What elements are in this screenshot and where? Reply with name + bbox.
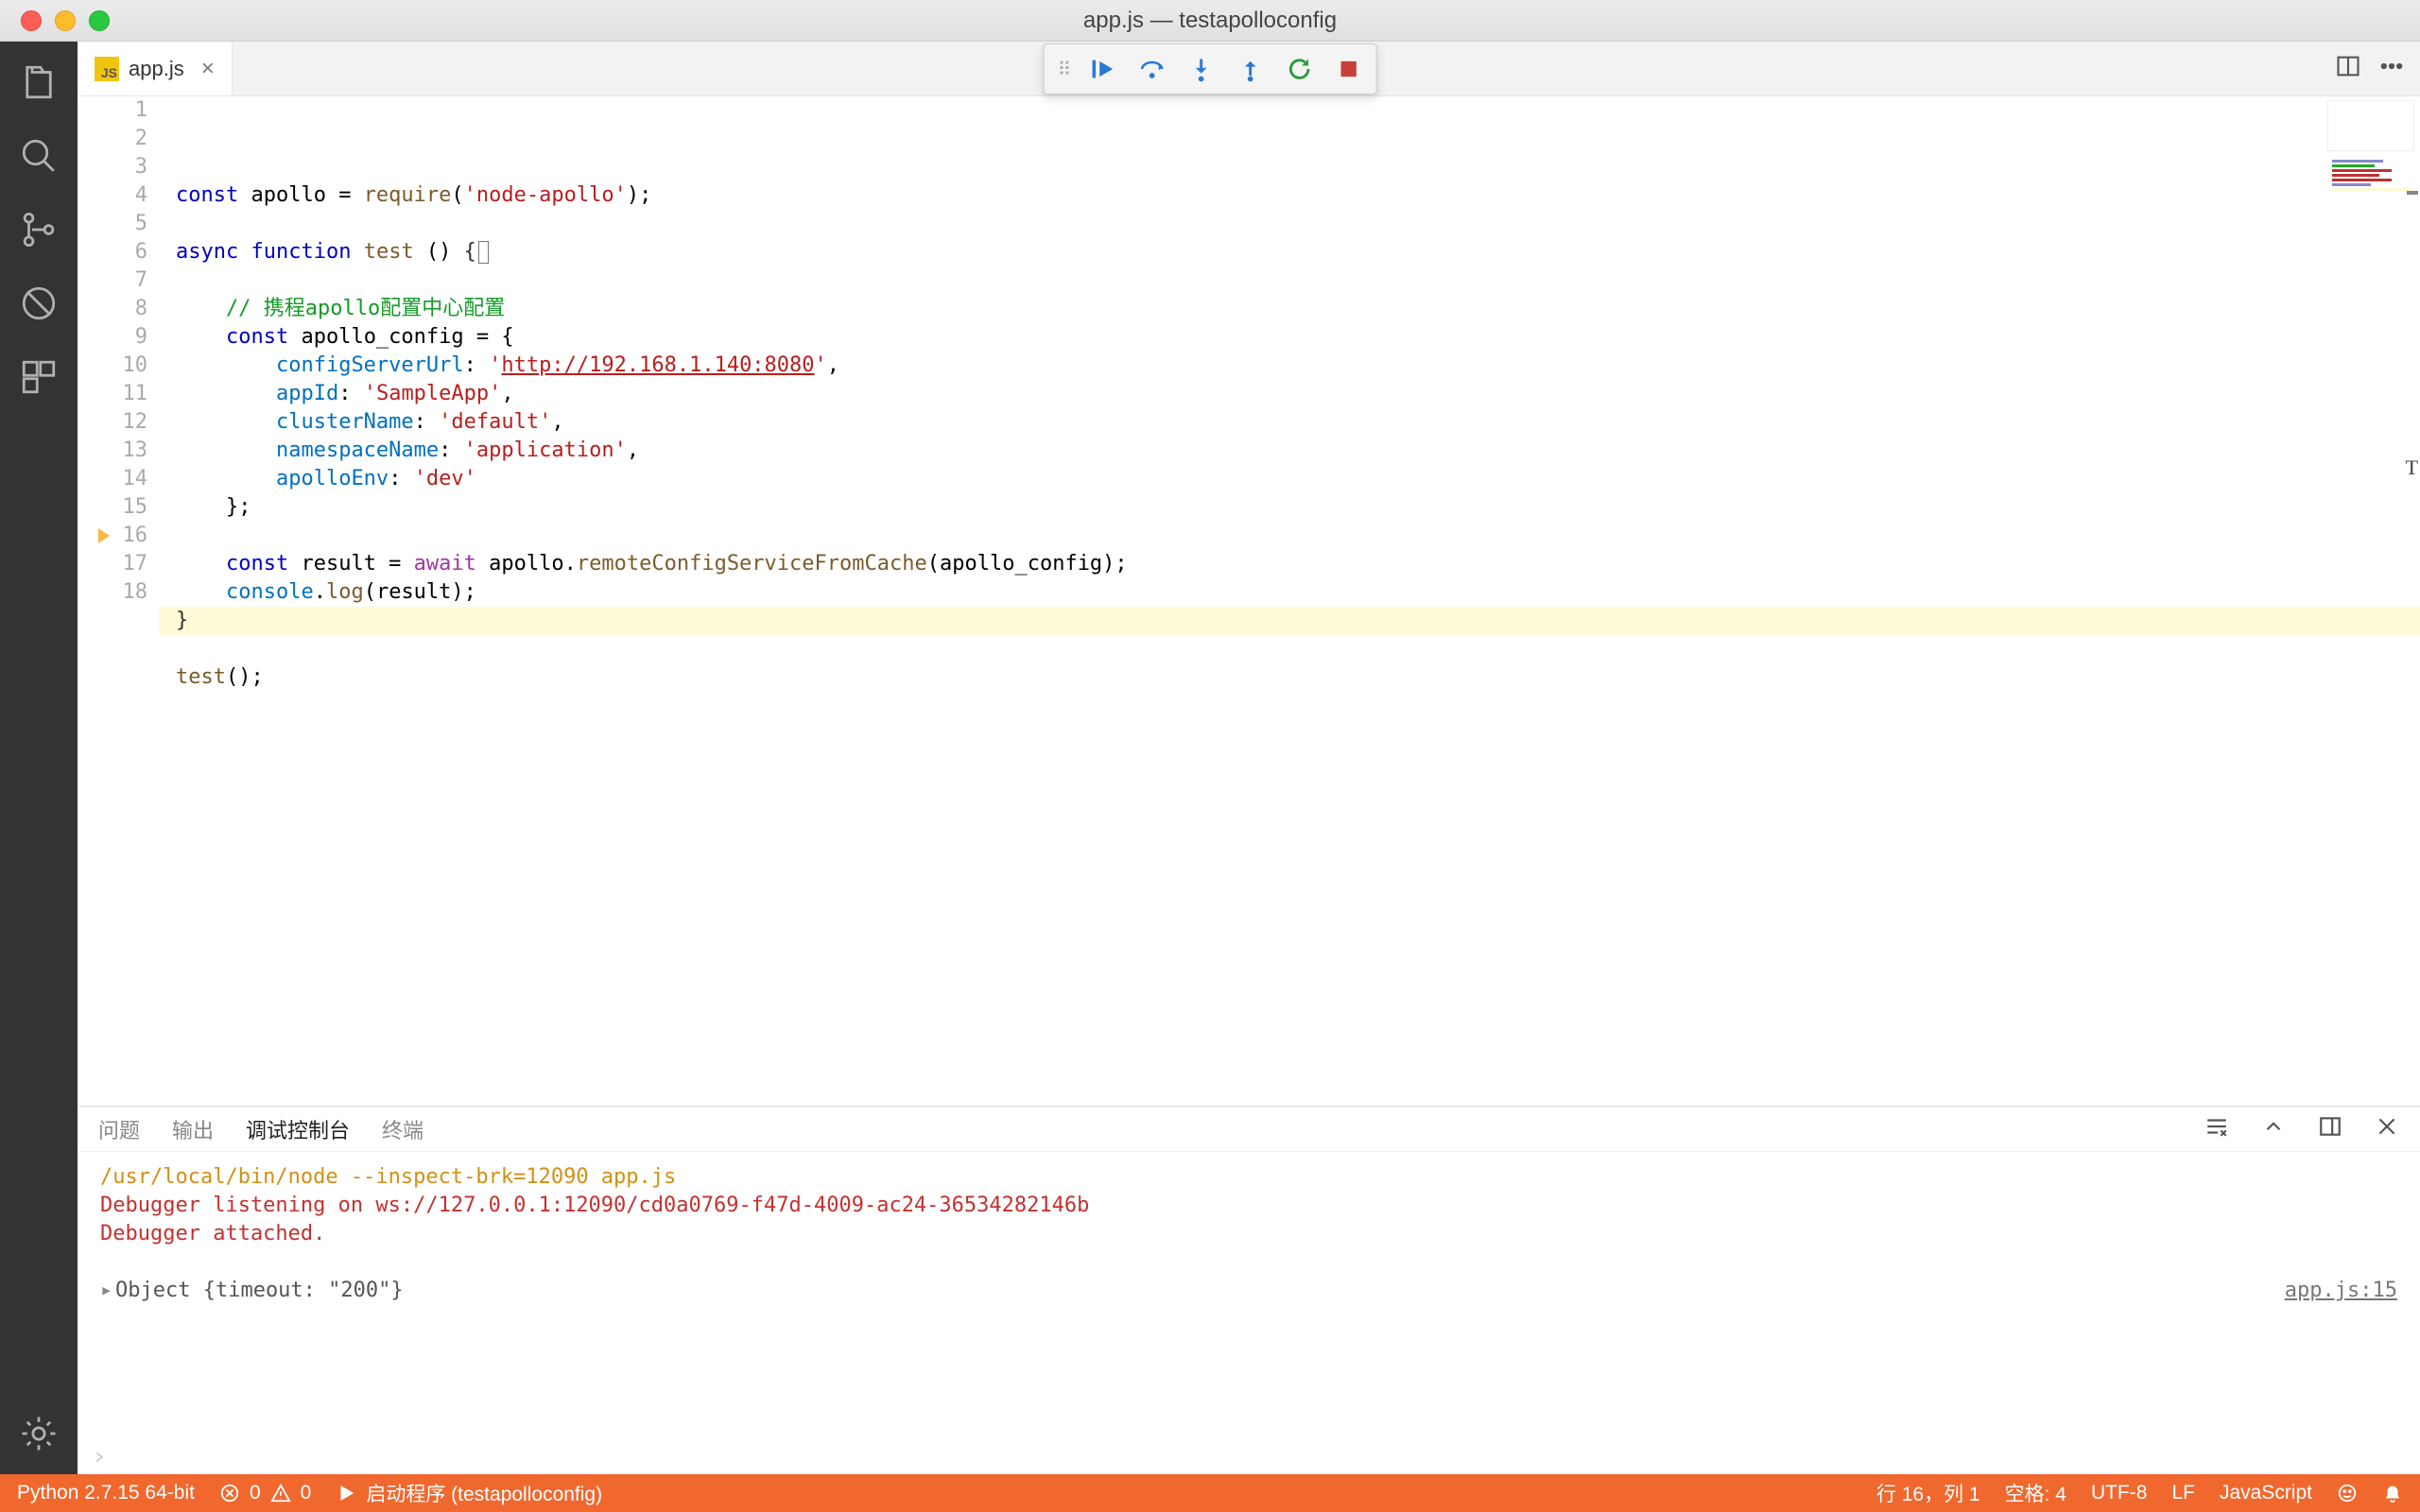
bottom-panel: 问题 输出 调试控制台 终端 /usr/local/bin/node --ins… bbox=[78, 1106, 2420, 1474]
drag-handle-icon[interactable]: ⠿ bbox=[1058, 58, 1068, 81]
code-line[interactable]: const apollo_config = { bbox=[159, 323, 2420, 352]
status-problems[interactable]: 0 0 bbox=[219, 1482, 311, 1504]
tab-filename: app.js bbox=[129, 57, 184, 81]
code-line[interactable] bbox=[159, 210, 2420, 238]
minimap[interactable] bbox=[2327, 100, 2414, 151]
debug-repl-input[interactable] bbox=[78, 1440, 2420, 1474]
code-line[interactable]: // 携程apollo配置中心配置 bbox=[159, 295, 2420, 323]
debug-continue-button[interactable] bbox=[1088, 55, 1116, 83]
panel-tab-debug-console[interactable]: 调试控制台 bbox=[246, 1114, 350, 1144]
code-line[interactable]: configServerUrl: 'http://192.168.1.140:8… bbox=[159, 352, 2420, 380]
status-language[interactable]: JavaScript bbox=[2220, 1482, 2312, 1504]
javascript-file-icon: JS bbox=[95, 57, 119, 81]
status-feedback-icon[interactable] bbox=[2337, 1483, 2358, 1503]
console-object[interactable]: Object {timeout: "200"} bbox=[115, 1279, 404, 1302]
titlebar: app.js — testapolloconfig bbox=[0, 0, 2420, 42]
code-line[interactable]: apolloEnv: 'dev' bbox=[159, 465, 2420, 493]
debug-icon[interactable] bbox=[17, 282, 60, 325]
more-actions-icon[interactable] bbox=[2378, 53, 2405, 85]
status-encoding[interactable]: UTF-8 bbox=[2091, 1482, 2148, 1504]
debug-restart-button[interactable] bbox=[1285, 55, 1313, 83]
code-line[interactable]: test(); bbox=[159, 663, 2420, 692]
window-title: app.js — testapolloconfig bbox=[0, 8, 2420, 34]
code-editor[interactable]: 123456789101112131415161718 const apollo… bbox=[78, 96, 2420, 1106]
debug-stop-button[interactable] bbox=[1334, 55, 1362, 83]
code-line[interactable]: clusterName: 'default', bbox=[159, 408, 2420, 437]
code-line[interactable]: appId: 'SampleApp', bbox=[159, 380, 2420, 408]
status-python-version[interactable]: Python 2.7.15 64-bit bbox=[17, 1482, 195, 1504]
panel-tab-terminal[interactable]: 终端 bbox=[382, 1114, 424, 1144]
panel-tab-output[interactable]: 输出 bbox=[172, 1114, 214, 1144]
panel-maximize-icon[interactable] bbox=[2318, 1114, 2342, 1144]
status-cursor-position[interactable]: 行 16，列 1 bbox=[1876, 1479, 1980, 1507]
tab-close-icon[interactable]: × bbox=[201, 56, 215, 82]
editor-tab-active[interactable]: JS app.js × bbox=[78, 42, 233, 95]
source-control-icon[interactable] bbox=[17, 208, 60, 251]
status-bar: Python 2.7.15 64-bit 0 0 启动程序 (testapoll… bbox=[0, 1474, 2420, 1512]
debug-step-into-button[interactable] bbox=[1186, 55, 1215, 83]
panel-tab-problems[interactable]: 问题 bbox=[98, 1114, 140, 1144]
code-line[interactable] bbox=[159, 522, 2420, 550]
code-line[interactable] bbox=[159, 635, 2420, 663]
console-source-link[interactable]: app.js:15 bbox=[2285, 1277, 2397, 1305]
code-line[interactable]: async function test () { bbox=[159, 238, 2420, 266]
code-line[interactable]: namespaceName: 'application', bbox=[159, 437, 2420, 465]
code-line[interactable]: const result = await apollo.remoteConfig… bbox=[159, 550, 2420, 578]
status-indentation[interactable]: 空格: 4 bbox=[2005, 1479, 2066, 1507]
split-editor-icon[interactable] bbox=[2335, 53, 2361, 85]
debug-toolbar: ⠿ bbox=[1044, 43, 1377, 94]
panel-close-icon[interactable] bbox=[2375, 1114, 2399, 1144]
debug-step-out-button[interactable] bbox=[1236, 55, 1264, 83]
search-icon[interactable] bbox=[17, 134, 60, 178]
code-line[interactable]: }; bbox=[159, 493, 2420, 522]
extensions-icon[interactable] bbox=[17, 355, 60, 399]
code-line[interactable] bbox=[159, 266, 2420, 295]
expand-caret-icon[interactable]: ▸ bbox=[100, 1277, 115, 1305]
debug-step-over-button[interactable] bbox=[1137, 55, 1166, 83]
console-line: /usr/local/bin/node --inspect-brk=12090 … bbox=[100, 1163, 2397, 1192]
code-line[interactable]: console.log(result); bbox=[159, 578, 2420, 607]
console-line: Debugger listening on ws://127.0.0.1:120… bbox=[100, 1192, 2397, 1220]
status-launch-config[interactable]: 启动程序 (testapolloconfig) bbox=[336, 1479, 602, 1507]
clear-console-icon[interactable] bbox=[2204, 1114, 2229, 1144]
panel-collapse-icon[interactable] bbox=[2261, 1114, 2286, 1144]
code-line[interactable]: const apollo = require('node-apollo'); bbox=[159, 181, 2420, 210]
code-line[interactable]: } bbox=[159, 607, 2420, 635]
status-bell-icon[interactable] bbox=[2382, 1483, 2403, 1503]
overview-ruler: T bbox=[2403, 96, 2420, 1106]
explorer-icon[interactable] bbox=[17, 60, 60, 104]
status-eol[interactable]: LF bbox=[2171, 1482, 2195, 1504]
settings-gear-icon[interactable] bbox=[17, 1412, 60, 1455]
console-line: Debugger attached. bbox=[100, 1220, 2397, 1248]
activity-bar bbox=[0, 42, 78, 1474]
